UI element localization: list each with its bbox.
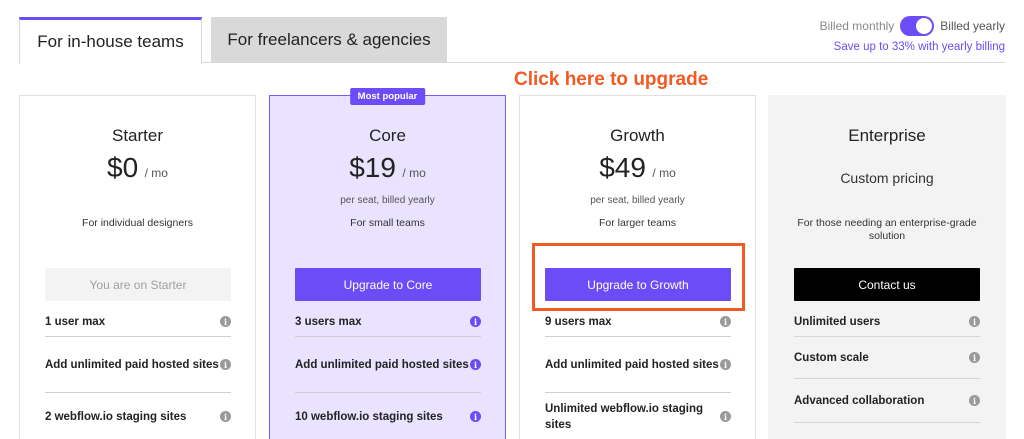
billed-yearly-label[interactable]: Billed yearly: [940, 19, 1005, 33]
feature-item: Unlimited users i: [794, 307, 980, 337]
feature-item: 3 users max i: [295, 307, 481, 337]
custom-pricing-label: Custom pricing: [840, 170, 934, 186]
info-icon[interactable]: i: [470, 316, 481, 327]
plan-audience: For those needing an enterprise-grade so…: [797, 217, 977, 242]
plan-card-core: Most popular Core $19 / mo per seat, bil…: [269, 88, 506, 439]
info-icon[interactable]: i: [720, 359, 731, 370]
feature-item: 2 webflow.io staging sites i: [45, 393, 231, 439]
plan-audience: For larger teams: [598, 217, 677, 229]
feature-item: Unlimited webflow.io staging sites i: [545, 393, 731, 439]
feature-item: Custom scale i: [794, 337, 980, 379]
plan-audience: For small teams: [350, 217, 425, 229]
price-line: $0 / mo: [20, 152, 255, 184]
feature-label: 1 user max: [45, 315, 106, 328]
feature-label: Add unlimited paid hosted sites: [545, 358, 719, 371]
info-icon[interactable]: i: [969, 395, 980, 406]
price-period: / mo: [652, 166, 676, 180]
plan-name: Starter: [111, 126, 164, 145]
plan-price: $0: [107, 152, 139, 183]
billing-note: per seat, billed yearly: [340, 195, 435, 206]
info-icon[interactable]: i: [470, 359, 481, 370]
price-line: $19 / mo: [270, 152, 505, 184]
tab-in-house-teams[interactable]: For in-house teams: [19, 17, 202, 64]
plan-card-starter: Starter $0 / mo For individual designers…: [19, 95, 256, 439]
feature-item: Add unlimited paid hosted sites i: [45, 337, 231, 393]
feature-label: Add unlimited paid hosted sites: [45, 358, 219, 371]
feature-list: Unlimited users i Custom scale i Advance…: [794, 307, 980, 423]
plan-price: $49: [599, 152, 646, 183]
price-line: $49 / mo: [520, 152, 755, 184]
feature-list: 9 users max i Add unlimited paid hosted …: [545, 307, 731, 439]
plan-card-enterprise: Enterprise Custom pricing For those need…: [768, 95, 1006, 439]
plan-audience: For individual designers: [82, 217, 193, 229]
info-icon[interactable]: i: [220, 316, 231, 327]
info-icon[interactable]: i: [470, 411, 481, 422]
info-icon[interactable]: i: [969, 352, 980, 363]
feature-label: 2 webflow.io staging sites: [45, 410, 187, 423]
yearly-savings-note: Save up to 33% with yearly billing: [833, 41, 1005, 53]
price-period: / mo: [144, 166, 168, 180]
upgrade-highlight-box: [532, 243, 745, 311]
feature-label: 10 webflow.io staging sites: [295, 410, 443, 423]
feature-label: 3 users max: [295, 315, 362, 328]
info-icon[interactable]: i: [220, 411, 231, 422]
tab-freelancers-agencies[interactable]: For freelancers & agencies: [211, 17, 447, 63]
feature-item: 1 user max i: [45, 307, 231, 337]
price-period: / mo: [402, 166, 426, 180]
feature-item: Add unlimited paid hosted sites i: [295, 337, 481, 393]
feature-label: 9 users max: [545, 315, 612, 328]
most-popular-badge: Most popular: [349, 88, 426, 105]
info-icon[interactable]: i: [720, 411, 731, 422]
feature-label: Unlimited users: [794, 315, 881, 328]
billing-toggle-row: Billed monthly Billed yearly: [815, 16, 1005, 36]
billing-note: per seat, billed yearly: [590, 195, 685, 206]
plan-price: $19: [349, 152, 396, 183]
feature-label: Advanced collaboration: [794, 394, 925, 407]
billing-toggle-switch[interactable]: [900, 16, 935, 36]
upgrade-to-core-button[interactable]: Upgrade to Core: [295, 268, 481, 301]
feature-item: 9 users max i: [545, 307, 731, 337]
upgrade-annotation-text: Click here to upgrade: [514, 69, 709, 90]
plan-name: Enterprise: [848, 126, 926, 145]
billed-monthly-label[interactable]: Billed monthly: [820, 19, 895, 33]
feature-label: Custom scale: [794, 351, 869, 364]
feature-label: Unlimited webflow.io staging sites: [545, 402, 704, 431]
plan-name: Growth: [610, 126, 665, 145]
toggle-knob: [916, 18, 933, 34]
contact-us-button[interactable]: Contact us: [794, 268, 980, 301]
info-icon[interactable]: i: [720, 316, 731, 327]
feature-label: Add unlimited paid hosted sites: [295, 358, 469, 371]
feature-list: 3 users max i Add unlimited paid hosted …: [295, 307, 481, 439]
feature-item: Add unlimited paid hosted sites i: [545, 337, 731, 393]
info-icon[interactable]: i: [969, 316, 980, 327]
info-icon[interactable]: i: [220, 359, 231, 370]
feature-item: 10 webflow.io staging sites i: [295, 393, 481, 439]
feature-item: Advanced collaboration i: [794, 379, 980, 423]
current-plan-button: You are on Starter: [45, 268, 231, 301]
feature-list: 1 user max i Add unlimited paid hosted s…: [45, 307, 231, 439]
plan-name: Core: [369, 126, 406, 145]
